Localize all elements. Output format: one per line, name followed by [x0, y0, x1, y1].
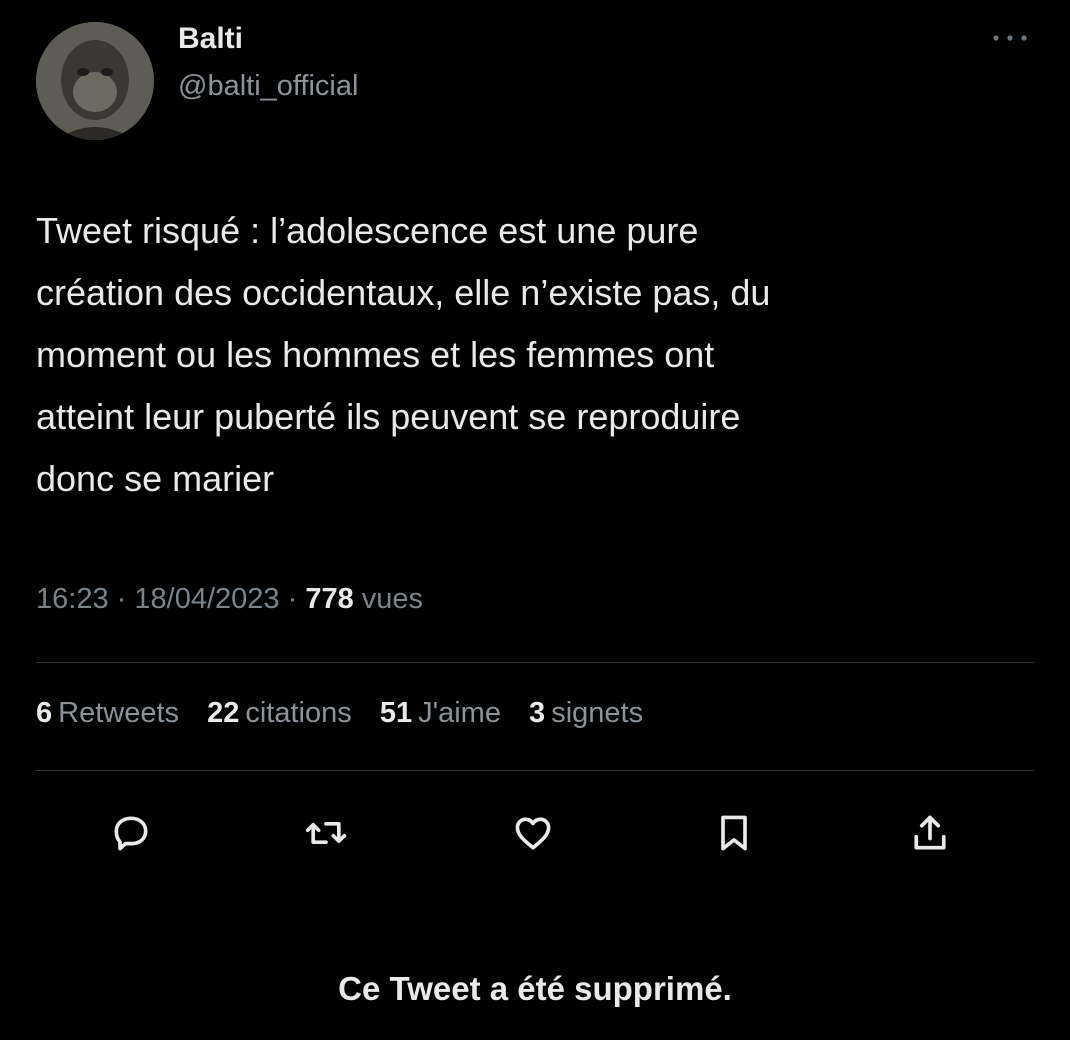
- display-name[interactable]: Balti: [178, 22, 243, 56]
- tweet-text: Tweet risqué : l’adolescence est une pur…: [36, 200, 1026, 510]
- likes-stat[interactable]: 51 J'aime: [380, 697, 501, 729]
- bookmarks-stat[interactable]: 3 signets: [529, 697, 643, 729]
- avatar-image: [36, 22, 154, 140]
- meta-separator: ·: [287, 583, 298, 615]
- tweet-line: Tweet risqué : l’adolescence est une pur…: [36, 210, 699, 251]
- tweet-line: donc se marier: [36, 458, 275, 499]
- more-options-icon[interactable]: [990, 28, 1030, 48]
- divider: [36, 662, 1034, 663]
- tweet-time[interactable]: 16:23: [36, 583, 109, 615]
- quotes-count: 22: [207, 697, 240, 729]
- retweets-count: 6: [36, 697, 53, 729]
- tweet-meta: 16:23 · 18/04/2023 · 778 vues: [36, 583, 423, 616]
- retweet-icon: [305, 822, 347, 844]
- reply-button[interactable]: [106, 808, 156, 858]
- like-icon: [515, 817, 551, 850]
- quotes-stat[interactable]: 22 citations: [207, 697, 352, 729]
- like-button[interactable]: [508, 808, 558, 858]
- retweets-label: Retweets: [58, 697, 180, 729]
- engagement-stats: 6 Retweets 22 citations 51 J'aime 3 signets: [36, 697, 663, 730]
- meta-separator: ·: [116, 583, 127, 615]
- bookmarks-count: 3: [529, 697, 546, 729]
- bookmark-button[interactable]: [709, 808, 759, 858]
- share-icon: [914, 815, 946, 850]
- reply-icon: [114, 816, 148, 851]
- tweet-line: création des occidentaux, elle n’existe …: [36, 272, 771, 313]
- avatar[interactable]: [36, 22, 154, 140]
- likes-label: J'aime: [418, 697, 501, 729]
- divider: [36, 770, 1034, 771]
- tweet-line: moment ou les hommes et les femmes ont: [36, 334, 715, 375]
- quotes-label: citations: [245, 697, 352, 729]
- share-button[interactable]: [905, 808, 955, 858]
- retweet-button[interactable]: [301, 808, 351, 858]
- retweets-stat[interactable]: 6 Retweets: [36, 697, 179, 729]
- bookmark-icon: [721, 815, 747, 851]
- user-handle[interactable]: @balti_official: [178, 70, 358, 103]
- tweet-date[interactable]: 18/04/2023: [134, 583, 279, 615]
- views-label: vues: [361, 583, 424, 615]
- views-count: 778: [305, 583, 354, 615]
- deleted-notice: Ce Tweet a été supprimé.: [338, 970, 732, 1007]
- bookmarks-label: signets: [551, 697, 644, 729]
- tweet-line: atteint leur puberté ils peuvent se repr…: [36, 396, 741, 437]
- likes-count: 51: [379, 697, 413, 729]
